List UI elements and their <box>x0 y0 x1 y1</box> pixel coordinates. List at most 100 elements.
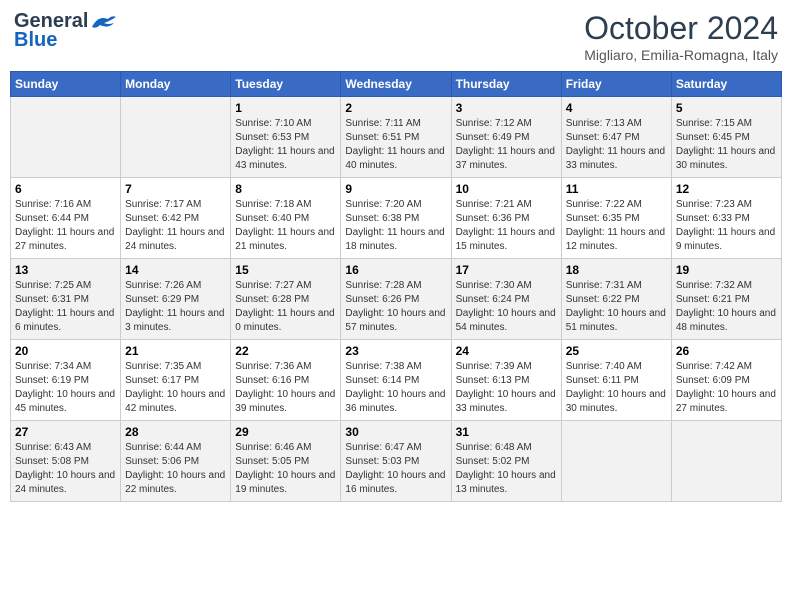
day-info: Sunrise: 7:23 AM Sunset: 6:33 PM Dayligh… <box>676 198 777 254</box>
day-number: 17 <box>456 263 557 277</box>
day-info: Sunrise: 6:43 AM Sunset: 5:08 PM Dayligh… <box>15 441 116 497</box>
weekday-header: Thursday <box>451 72 561 97</box>
day-info: Sunrise: 6:44 AM Sunset: 5:06 PM Dayligh… <box>125 441 226 497</box>
day-info: Sunrise: 7:42 AM Sunset: 6:09 PM Dayligh… <box>676 360 777 416</box>
day-info: Sunrise: 7:18 AM Sunset: 6:40 PM Dayligh… <box>235 198 336 254</box>
calendar-cell: 7 Sunrise: 7:17 AM Sunset: 6:42 PM Daylig… <box>121 178 231 259</box>
day-info: Sunrise: 7:20 AM Sunset: 6:38 PM Dayligh… <box>345 198 446 254</box>
calendar-cell <box>671 421 781 502</box>
calendar-cell: 11 Sunrise: 7:22 AM Sunset: 6:35 PM Dayli… <box>561 178 671 259</box>
weekday-header: Monday <box>121 72 231 97</box>
day-info: Sunrise: 7:35 AM Sunset: 6:17 PM Dayligh… <box>125 360 226 416</box>
calendar-cell: 21 Sunrise: 7:35 AM Sunset: 6:17 PM Dayli… <box>121 340 231 421</box>
day-info: Sunrise: 7:17 AM Sunset: 6:42 PM Dayligh… <box>125 198 226 254</box>
calendar-cell: 15Sunrise: 7:27 AM Sunset: 6:28 PM Dayli… <box>231 259 341 340</box>
calendar-cell: 17 Sunrise: 7:30 AM Sunset: 6:24 PM Dayli… <box>451 259 561 340</box>
day-number: 24 <box>456 344 557 358</box>
day-number: 19 <box>676 263 777 277</box>
calendar-week-row: 20 Sunrise: 7:34 AM Sunset: 6:19 PM Dayli… <box>11 340 782 421</box>
page-header: General Blue October 2024 Migliaro, Emil… <box>10 10 782 63</box>
day-number: 28 <box>125 425 226 439</box>
day-number: 5 <box>676 101 777 115</box>
calendar-cell: 4 Sunrise: 7:13 AM Sunset: 6:47 PM Daylig… <box>561 97 671 178</box>
weekday-header: Friday <box>561 72 671 97</box>
day-number: 2 <box>345 101 446 115</box>
calendar-cell: 16 Sunrise: 7:28 AM Sunset: 6:26 PM Dayli… <box>341 259 451 340</box>
day-number: 26 <box>676 344 777 358</box>
weekday-header: Saturday <box>671 72 781 97</box>
day-number: 11 <box>566 182 667 196</box>
day-info: Sunrise: 7:34 AM Sunset: 6:19 PM Dayligh… <box>15 360 116 416</box>
day-number: 21 <box>125 344 226 358</box>
day-number: 31 <box>456 425 557 439</box>
day-info: Sunrise: 7:28 AM Sunset: 6:26 PM Dayligh… <box>345 279 446 335</box>
calendar-cell: 3Sunrise: 7:12 AM Sunset: 6:49 PM Daylig… <box>451 97 561 178</box>
logo: General Blue <box>14 10 118 52</box>
day-info: Sunrise: 7:12 AM Sunset: 6:49 PM Dayligh… <box>456 117 557 173</box>
day-number: 1 <box>235 101 336 115</box>
day-number: 4 <box>566 101 667 115</box>
day-number: 29 <box>235 425 336 439</box>
day-info: Sunrise: 7:10 AM Sunset: 6:53 PM Dayligh… <box>235 117 336 173</box>
day-info: Sunrise: 6:48 AM Sunset: 5:02 PM Dayligh… <box>456 441 557 497</box>
day-info: Sunrise: 7:22 AM Sunset: 6:35 PM Dayligh… <box>566 198 667 254</box>
day-number: 13 <box>15 263 116 277</box>
weekday-header: Tuesday <box>231 72 341 97</box>
header-row: SundayMondayTuesdayWednesdayThursdayFrid… <box>11 72 782 97</box>
weekday-header: Wednesday <box>341 72 451 97</box>
day-info: Sunrise: 7:36 AM Sunset: 6:16 PM Dayligh… <box>235 360 336 416</box>
calendar-cell: 18Sunrise: 7:31 AM Sunset: 6:22 PM Dayli… <box>561 259 671 340</box>
calendar-week-row: 13 Sunrise: 7:25 AM Sunset: 6:31 PM Dayli… <box>11 259 782 340</box>
day-info: Sunrise: 7:25 AM Sunset: 6:31 PM Dayligh… <box>15 279 116 335</box>
day-info: Sunrise: 7:13 AM Sunset: 6:47 PM Dayligh… <box>566 117 667 173</box>
day-info: Sunrise: 6:47 AM Sunset: 5:03 PM Dayligh… <box>345 441 446 497</box>
day-number: 23 <box>345 344 446 358</box>
day-info: Sunrise: 7:26 AM Sunset: 6:29 PM Dayligh… <box>125 279 226 335</box>
calendar-cell: 26 Sunrise: 7:42 AM Sunset: 6:09 PM Dayli… <box>671 340 781 421</box>
title-block: October 2024 Migliaro, Emilia-Romagna, I… <box>584 10 778 63</box>
day-number: 27 <box>15 425 116 439</box>
day-info: Sunrise: 7:16 AM Sunset: 6:44 PM Dayligh… <box>15 198 116 254</box>
month-title: October 2024 <box>584 10 778 47</box>
calendar-cell: 25Sunrise: 7:40 AM Sunset: 6:11 PM Dayli… <box>561 340 671 421</box>
calendar-table: SundayMondayTuesdayWednesdayThursdayFrid… <box>10 71 782 502</box>
day-info: Sunrise: 7:32 AM Sunset: 6:21 PM Dayligh… <box>676 279 777 335</box>
day-number: 30 <box>345 425 446 439</box>
day-number: 7 <box>125 182 226 196</box>
calendar-week-row: 27 Sunrise: 6:43 AM Sunset: 5:08 PM Dayli… <box>11 421 782 502</box>
calendar-cell: 6Sunrise: 7:16 AM Sunset: 6:44 PM Daylig… <box>11 178 121 259</box>
day-info: Sunrise: 7:40 AM Sunset: 6:11 PM Dayligh… <box>566 360 667 416</box>
day-info: Sunrise: 7:39 AM Sunset: 6:13 PM Dayligh… <box>456 360 557 416</box>
calendar-cell: 27 Sunrise: 6:43 AM Sunset: 5:08 PM Dayli… <box>11 421 121 502</box>
calendar-cell: 23 Sunrise: 7:38 AM Sunset: 6:14 PM Dayli… <box>341 340 451 421</box>
calendar-cell <box>11 97 121 178</box>
calendar-cell: 12 Sunrise: 7:23 AM Sunset: 6:33 PM Dayli… <box>671 178 781 259</box>
day-info: Sunrise: 7:15 AM Sunset: 6:45 PM Dayligh… <box>676 117 777 173</box>
day-info: Sunrise: 6:46 AM Sunset: 5:05 PM Dayligh… <box>235 441 336 497</box>
logo-blue: Blue <box>14 29 57 52</box>
day-number: 12 <box>676 182 777 196</box>
day-number: 8 <box>235 182 336 196</box>
calendar-cell: 2Sunrise: 7:11 AM Sunset: 6:51 PM Daylig… <box>341 97 451 178</box>
calendar-week-row: 1 Sunrise: 7:10 AM Sunset: 6:53 PM Daylig… <box>11 97 782 178</box>
calendar-cell: 22 Sunrise: 7:36 AM Sunset: 6:16 PM Dayli… <box>231 340 341 421</box>
calendar-cell: 20 Sunrise: 7:34 AM Sunset: 6:19 PM Dayli… <box>11 340 121 421</box>
calendar-cell: 31 Sunrise: 6:48 AM Sunset: 5:02 PM Dayli… <box>451 421 561 502</box>
calendar-cell: 8 Sunrise: 7:18 AM Sunset: 6:40 PM Daylig… <box>231 178 341 259</box>
calendar-cell: 29 Sunrise: 6:46 AM Sunset: 5:05 PM Dayli… <box>231 421 341 502</box>
day-number: 16 <box>345 263 446 277</box>
logo-bird-icon <box>90 13 118 31</box>
calendar-cell: 30 Sunrise: 6:47 AM Sunset: 5:03 PM Dayli… <box>341 421 451 502</box>
day-info: Sunrise: 7:27 AM Sunset: 6:28 PM Dayligh… <box>235 279 336 335</box>
weekday-header: Sunday <box>11 72 121 97</box>
day-number: 14 <box>125 263 226 277</box>
location: Migliaro, Emilia-Romagna, Italy <box>584 47 778 63</box>
day-number: 22 <box>235 344 336 358</box>
day-number: 10 <box>456 182 557 196</box>
day-number: 20 <box>15 344 116 358</box>
calendar-cell <box>121 97 231 178</box>
calendar-cell: 9Sunrise: 7:20 AM Sunset: 6:38 PM Daylig… <box>341 178 451 259</box>
day-info: Sunrise: 7:21 AM Sunset: 6:36 PM Dayligh… <box>456 198 557 254</box>
day-info: Sunrise: 7:30 AM Sunset: 6:24 PM Dayligh… <box>456 279 557 335</box>
day-info: Sunrise: 7:38 AM Sunset: 6:14 PM Dayligh… <box>345 360 446 416</box>
